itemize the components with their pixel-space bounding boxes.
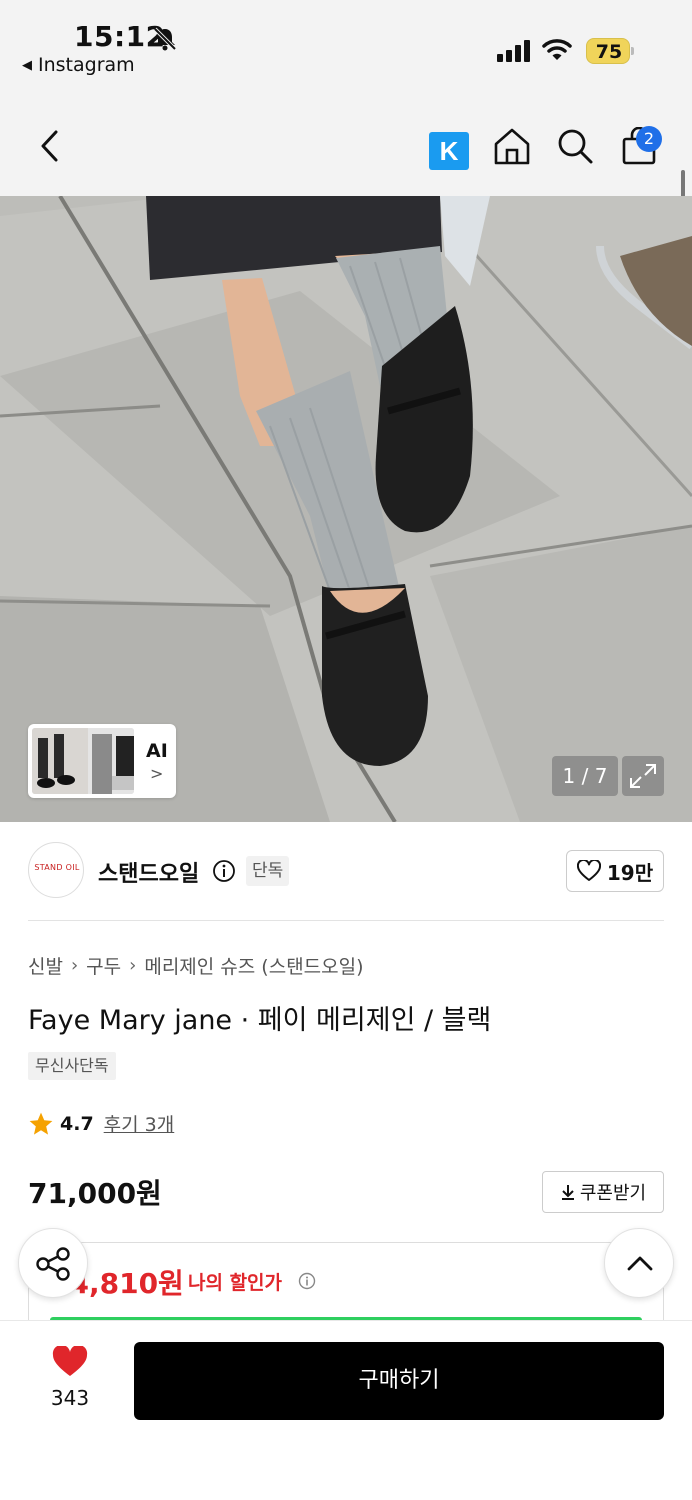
brand-like-count: 19만 xyxy=(606,860,654,885)
buy-button[interactable]: 구매하기 xyxy=(134,1342,664,1420)
bell-muted-icon xyxy=(153,27,177,51)
expand-icon xyxy=(630,764,656,788)
ai-label: AI xyxy=(146,740,168,762)
app-header xyxy=(0,96,692,196)
breadcrumb: 신발 › 구두 › 메리제인 슈즈 (스탠드오일) xyxy=(28,952,364,979)
info-icon[interactable] xyxy=(212,859,236,883)
reviews-link[interactable]: 후기 3개 xyxy=(104,1110,175,1137)
home-button[interactable] xyxy=(490,124,534,168)
star-icon xyxy=(29,1112,53,1135)
scroll-top-button[interactable] xyxy=(604,1228,674,1298)
store-exclusive-tag: 무신사단독 xyxy=(28,1052,116,1080)
heart-outline-icon xyxy=(576,860,601,881)
battery-level: 75 xyxy=(595,41,623,63)
coupon-label: 쿠폰받기 xyxy=(579,1183,647,1204)
breadcrumb-item[interactable]: 신발 xyxy=(28,952,63,979)
back-app-label: Instagram xyxy=(38,54,135,76)
chevron-left-icon xyxy=(41,130,58,162)
back-button[interactable] xyxy=(28,124,72,168)
home-icon xyxy=(494,128,530,165)
back-to-app-link[interactable]: ◀ Instagram xyxy=(22,54,135,76)
heart-filled-icon[interactable] xyxy=(52,1346,88,1378)
expand-button[interactable] xyxy=(622,756,664,796)
chevron-right-icon: › xyxy=(70,955,79,976)
breadcrumb-item[interactable]: 메리제인 슈즈 (스탠드오일) xyxy=(144,952,363,979)
cart-count-badge: 2 xyxy=(636,126,662,152)
wifi-icon xyxy=(542,39,572,60)
like-count: 343 xyxy=(50,1386,90,1410)
brand-name-link[interactable]: 스탠드오일 xyxy=(98,856,199,888)
breadcrumb-item[interactable]: 구두 xyxy=(86,952,121,979)
product-price: 71,000원 xyxy=(28,1177,162,1210)
divider xyxy=(28,920,664,921)
cellular-signal-icon xyxy=(497,40,530,62)
info-icon[interactable] xyxy=(298,1272,316,1290)
rating-score: 4.7 xyxy=(60,1112,94,1135)
search-icon xyxy=(558,129,593,164)
battery-indicator: 75 xyxy=(586,38,634,64)
chevron-right-icon: › xyxy=(129,955,137,976)
search-button[interactable] xyxy=(553,124,597,168)
product-title: Faye Mary jane · 페이 메리제인 / 블랙 xyxy=(28,1005,492,1036)
brand-logo-text: STAND OIL xyxy=(34,863,80,872)
back-triangle-icon: ◀ xyxy=(22,57,32,73)
image-counter: 1 / 7 xyxy=(552,756,618,796)
discount-label: 나의 할인가 xyxy=(188,1272,283,1294)
share-icon xyxy=(36,1247,70,1281)
chevron-right-icon: > xyxy=(150,764,164,783)
rating-row: 4.7 후기 3개 xyxy=(28,1110,174,1137)
coupon-download-button[interactable]: 쿠폰받기 xyxy=(542,1171,664,1213)
k-logo-icon[interactable]: K xyxy=(429,132,469,170)
thumbnail-image xyxy=(32,728,134,794)
exclusive-badge: 단독 xyxy=(246,856,290,886)
chevron-up-icon xyxy=(627,1256,653,1271)
share-button[interactable] xyxy=(18,1228,88,1298)
download-icon xyxy=(561,1185,574,1200)
brand-like-button[interactable]: 19만 xyxy=(566,850,664,892)
brand-logo[interactable]: STAND OIL xyxy=(28,842,84,898)
